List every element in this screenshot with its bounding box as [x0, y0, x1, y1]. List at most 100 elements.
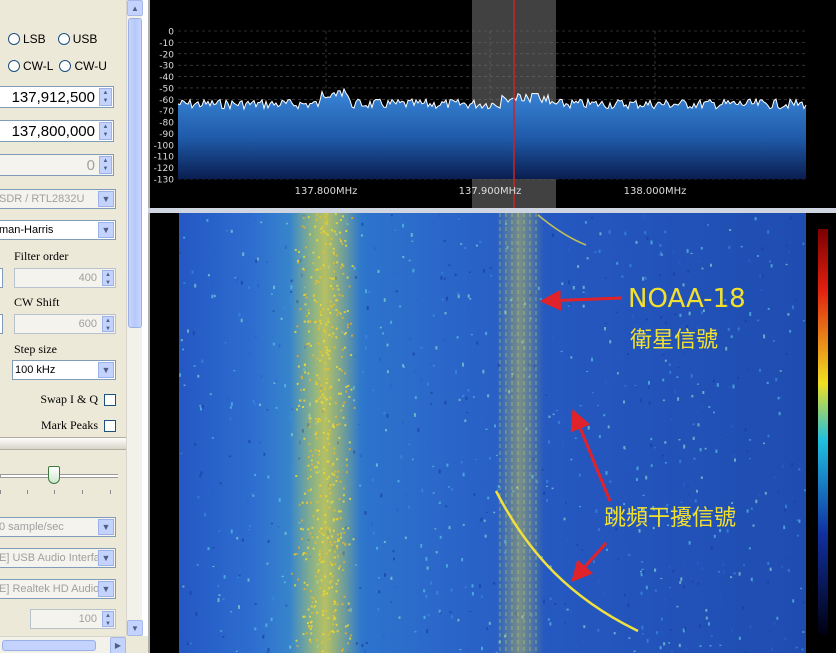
- audio-input-select[interactable]: E] USB Audio Interfa ▼: [0, 548, 116, 568]
- spin-up-icon: ▲: [105, 613, 111, 619]
- waterfall-display[interactable]: NOAA-18 衛星信號 跳頻干擾信號: [148, 213, 836, 653]
- section-divider[interactable]: [0, 437, 126, 450]
- mode-lsb-radio[interactable]: LSB: [8, 32, 46, 46]
- step-size-select[interactable]: 100 kHz ▼: [12, 360, 116, 380]
- carrier-band-strong: [290, 213, 360, 653]
- noise-speck: [710, 635, 713, 637]
- device-select-value: SDR / RTL2832U: [0, 193, 85, 205]
- frequency-shift-spinner[interactable]: ▲ ▼: [99, 156, 112, 174]
- noise-speck: [679, 459, 682, 464]
- mode-cwl-radio[interactable]: CW-L: [8, 59, 53, 73]
- panel-vertical-scrollbar[interactable]: ▲ ▼: [126, 0, 143, 636]
- latency-input[interactable]: 100 ▲ ▼: [30, 609, 116, 629]
- noise-speck: [548, 440, 550, 444]
- filter-order-input[interactable]: 400 ▲ ▼: [14, 268, 116, 288]
- noise-speck: [791, 305, 794, 310]
- noise-speck: [603, 414, 606, 417]
- noise-speck: [491, 616, 494, 621]
- noise-speck: [623, 400, 625, 404]
- y-tick-label: -70: [159, 107, 174, 117]
- audio-gain-slider-thumb[interactable]: [48, 466, 60, 484]
- noise-speck: [570, 356, 573, 359]
- waterfall-svg: NOAA-18 衛星信號 跳頻干擾信號: [179, 213, 828, 653]
- chevron-down-icon[interactable]: ▼: [98, 222, 114, 238]
- x-tick-label: 137.800MHz: [295, 186, 358, 197]
- noise-speck: [683, 482, 686, 487]
- scroll-down-icon[interactable]: ▼: [127, 620, 143, 636]
- noise-speck: [697, 582, 700, 585]
- latency-spinner[interactable]: ▲ ▼: [102, 611, 114, 627]
- noise-speck: [639, 570, 642, 573]
- spectrum-y-axis: 0-10-20 -30-40-50 -60-70 -80-90-100 -110-120…: [154, 28, 175, 186]
- noise-speck: [682, 564, 685, 566]
- scrollbar-thumb[interactable]: [2, 640, 96, 651]
- radio-circle-icon: [59, 60, 72, 72]
- filter-order-spinner[interactable]: ▲ ▼: [102, 270, 114, 286]
- mark-peaks-checkbox[interactable]: Mark Peaks: [41, 418, 116, 433]
- noise-speck: [678, 439, 681, 441]
- cw-shift-spinner[interactable]: ▲ ▼: [102, 316, 114, 332]
- scroll-right-icon[interactable]: ▶: [110, 637, 126, 653]
- waterfall-background: [179, 213, 806, 653]
- noise-speck: [566, 538, 569, 543]
- mode-lsb-label: LSB: [23, 32, 46, 46]
- frequency-shift-input[interactable]: 0 ▲ ▼: [0, 154, 114, 176]
- noise-speck: [491, 519, 494, 523]
- frequency-shift-value: 0: [86, 156, 95, 174]
- mode-cwu-radio[interactable]: CW-U: [59, 59, 107, 73]
- scrollbar-thumb[interactable]: [128, 18, 142, 328]
- checkbox-icon[interactable]: [104, 393, 116, 406]
- chevron-down-icon[interactable]: ▼: [98, 519, 114, 535]
- noise-speck: [407, 506, 410, 509]
- spin-down-icon: ▼: [105, 621, 111, 627]
- audio-output-select[interactable]: E] Realtek HD Audio ▼: [0, 579, 116, 599]
- noise-speck: [438, 609, 441, 613]
- noise-speck: [230, 402, 233, 406]
- noise-speck: [547, 618, 550, 621]
- panel-horizontal-scrollbar[interactable]: ▶: [0, 636, 126, 653]
- center-frequency-value: 137,912,500: [11, 88, 95, 106]
- noise-speck: [584, 221, 587, 224]
- device-select[interactable]: SDR / RTL2832U ▼: [0, 189, 116, 209]
- noise-speck: [595, 509, 598, 513]
- center-frequency-spinner[interactable]: ▲ ▼: [99, 88, 112, 106]
- noise-speck: [420, 486, 423, 489]
- noise-speck: [485, 428, 488, 430]
- noise-speck: [469, 610, 472, 613]
- fft-window-select[interactable]: man-Harris ▼: [0, 220, 116, 240]
- noise-speck: [576, 543, 579, 546]
- bandwidth-stub[interactable]: [0, 314, 3, 334]
- noise-speck: [732, 384, 735, 389]
- noise-speck: [368, 291, 371, 294]
- lo-frequency-spinner[interactable]: ▲ ▼: [99, 122, 112, 140]
- sample-rate-select[interactable]: 0 sample/sec ▼: [0, 517, 116, 537]
- center-frequency-input[interactable]: 137,912,500 ▲ ▼: [0, 86, 114, 108]
- chevron-down-icon[interactable]: ▼: [98, 362, 114, 378]
- filter-type-stub[interactable]: [0, 268, 3, 288]
- noise-speck: [420, 378, 423, 383]
- chevron-down-icon[interactable]: ▼: [98, 581, 114, 597]
- spectrum-analyzer[interactable]: 0 -10 -20 -30 -40 -50 -60 -70 -80 -90 -100 -110 -120…: [148, 0, 836, 208]
- noise-speck: [645, 475, 648, 480]
- noise-speck: [669, 587, 671, 589]
- noise-speck: [218, 594, 221, 597]
- cw-shift-input[interactable]: 600 ▲ ▼: [14, 314, 116, 334]
- noise-speck: [450, 615, 453, 619]
- checkbox-icon[interactable]: [104, 419, 116, 432]
- chevron-down-icon[interactable]: ▼: [98, 550, 114, 566]
- noise-speck: [444, 311, 447, 315]
- chevron-down-icon[interactable]: ▼: [98, 191, 114, 207]
- noise-speck: [260, 221, 263, 224]
- mode-usb-radio[interactable]: USB: [57, 32, 97, 46]
- noise-speck: [617, 355, 620, 357]
- noise-speck: [194, 443, 197, 446]
- noise-speck: [486, 627, 488, 630]
- noise-speck: [628, 554, 631, 556]
- noise-speck: [568, 280, 570, 285]
- noise-speck: [254, 403, 257, 405]
- noise-speck: [635, 324, 638, 327]
- lo-frequency-input[interactable]: 137,800,000 ▲ ▼: [0, 120, 114, 142]
- swap-iq-checkbox[interactable]: Swap I & Q: [40, 392, 116, 407]
- noise-speck: [664, 441, 667, 444]
- scroll-up-icon[interactable]: ▲: [127, 0, 143, 16]
